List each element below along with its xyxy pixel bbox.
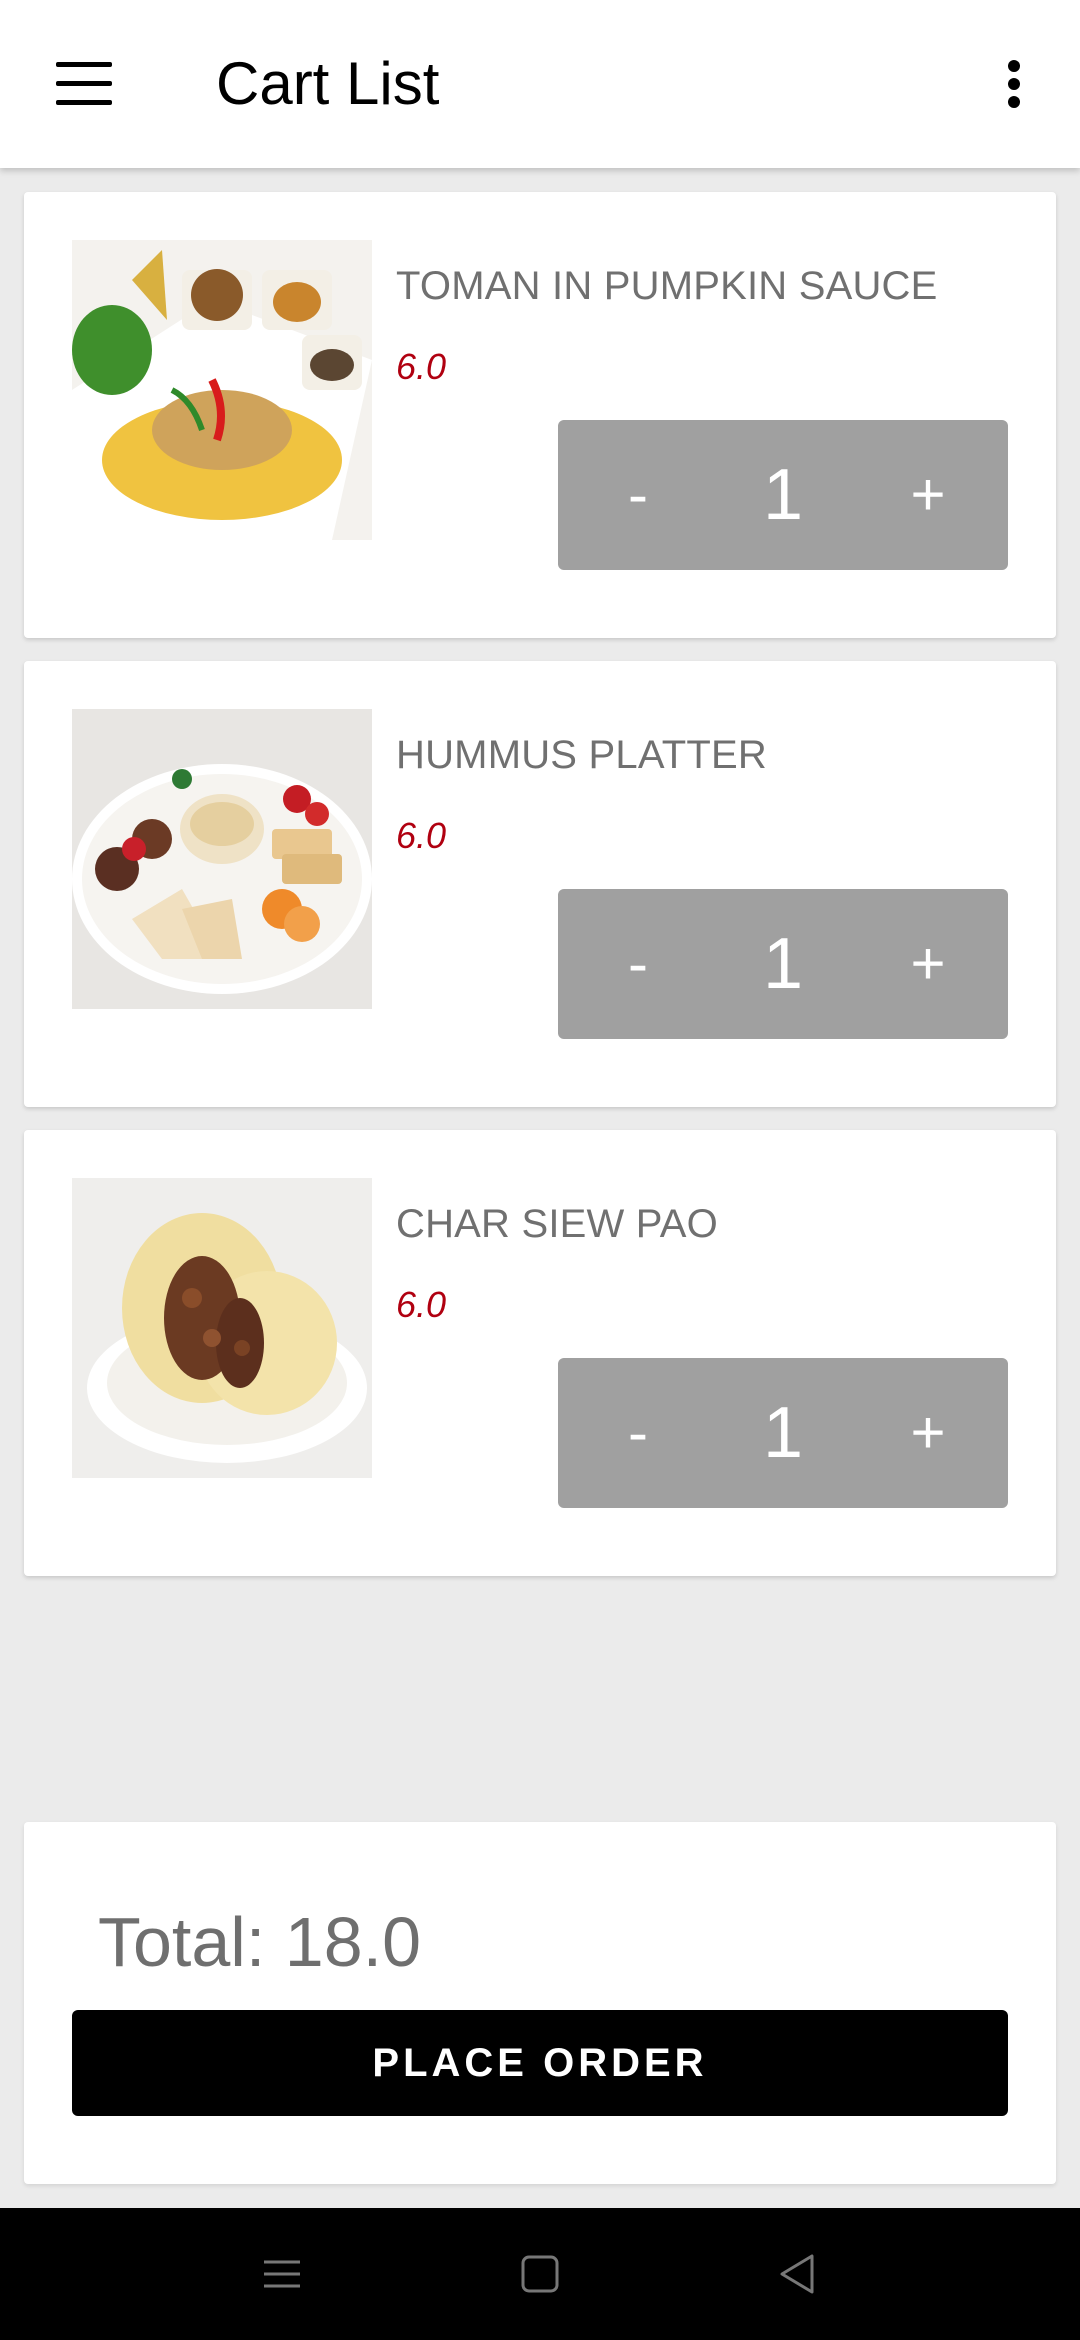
item-name: HUMMUS PLATTER — [396, 733, 767, 777]
quantity-value: 1 — [762, 455, 804, 535]
food-image — [72, 240, 372, 540]
quantity-value: 1 — [762, 1393, 804, 1473]
app-bar: Cart List — [0, 0, 1080, 168]
home-icon[interactable] — [514, 2248, 566, 2300]
food-image — [72, 1178, 372, 1478]
cart-item: CHAR SIEW PAO 6.0 - 1 + — [24, 1130, 1056, 1576]
item-price: 6.0 — [396, 346, 447, 387]
increase-quantity-button[interactable]: + — [888, 1358, 968, 1508]
hamburger-menu-icon[interactable] — [40, 40, 128, 128]
item-name: TOMAN IN PUMPKIN SAUCE — [396, 264, 938, 308]
total-amount: Total: 18.0 — [98, 1903, 421, 1981]
page-title: Cart List — [216, 50, 440, 117]
order-summary: Total: 18.0 PLACE ORDER — [24, 1822, 1056, 2184]
decrease-quantity-button[interactable]: - — [598, 1358, 678, 1508]
back-icon[interactable] — [772, 2248, 824, 2300]
place-order-button[interactable]: PLACE ORDER — [72, 2010, 1008, 2116]
quantity-stepper: - 1 + — [558, 889, 1008, 1039]
decrease-quantity-button[interactable]: - — [598, 889, 678, 1039]
increase-quantity-button[interactable]: + — [888, 889, 968, 1039]
decrease-quantity-button[interactable]: - — [598, 420, 678, 570]
cart-item: TOMAN IN PUMPKIN SAUCE 6.0 - 1 + — [24, 192, 1056, 638]
quantity-stepper: - 1 + — [558, 1358, 1008, 1508]
item-price: 6.0 — [396, 815, 447, 856]
quantity-stepper: - 1 + — [558, 420, 1008, 570]
more-vertical-icon[interactable] — [990, 44, 1038, 124]
increase-quantity-button[interactable]: + — [888, 420, 968, 570]
item-name: CHAR SIEW PAO — [396, 1202, 718, 1246]
cart-item: HUMMUS PLATTER 6.0 - 1 + — [24, 661, 1056, 1107]
recents-icon[interactable] — [256, 2248, 308, 2300]
system-nav-bar — [0, 2208, 1080, 2340]
item-price: 6.0 — [396, 1284, 447, 1325]
quantity-value: 1 — [762, 924, 804, 1004]
food-image — [72, 709, 372, 1009]
